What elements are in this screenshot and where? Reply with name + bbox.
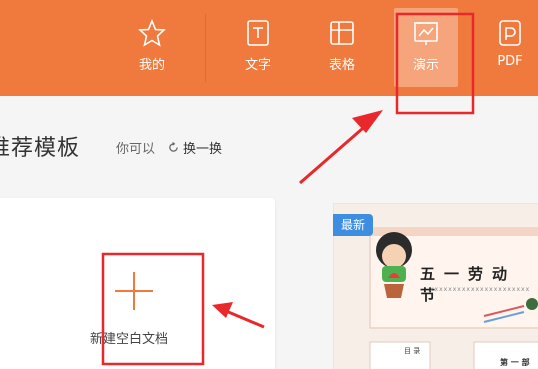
- highlight-box-presentation: [395, 12, 475, 115]
- annotation-overlay: [101, 12, 475, 366]
- arrowhead-new-document-icon: [212, 302, 233, 318]
- arrowhead-presentation-icon: [352, 110, 383, 133]
- arrow-line-new-document: [225, 309, 265, 329]
- highlight-box-new-document: [101, 252, 205, 366]
- arrow-line-presentation: [299, 120, 371, 185]
